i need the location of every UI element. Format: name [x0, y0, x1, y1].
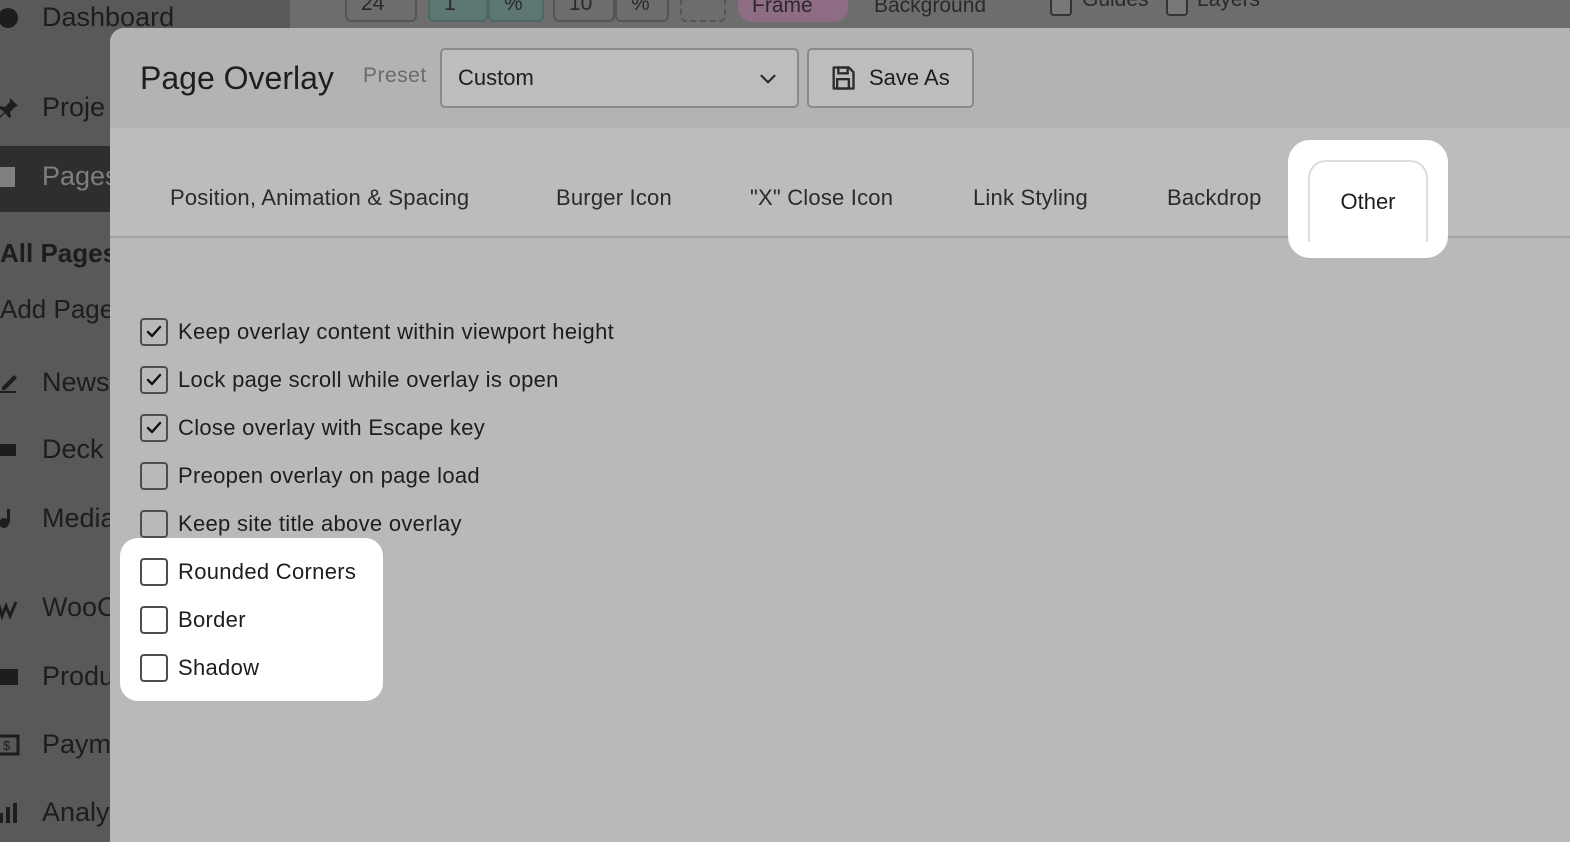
- option-close-escape[interactable]: Close overlay with Escape key: [140, 414, 485, 442]
- toolbar-background-button[interactable]: Background: [860, 0, 1030, 22]
- checkbox-unchecked[interactable]: [140, 654, 168, 682]
- sidebar-sub-all-pages[interactable]: All Pages: [0, 238, 117, 269]
- toolbar-background-label: Background: [874, 0, 987, 17]
- sidebar-item-payments[interactable]: $ Paym: [0, 729, 111, 760]
- option-label: Keep site title above overlay: [178, 511, 462, 536]
- sidebar-item-deck[interactable]: Deck: [0, 434, 104, 465]
- tab-close-icon[interactable]: "X" Close Icon: [750, 185, 893, 211]
- sidebar-item-projects[interactable]: Proje: [0, 92, 105, 123]
- toolbar-gap-unit-value: %: [631, 0, 650, 15]
- sidebar-item-label: Deck: [42, 434, 104, 464]
- option-label: Close overlay with Escape key: [178, 415, 486, 440]
- sidebar-item-label: Produ: [42, 661, 115, 691]
- sidebar-item-pages[interactable]: Pages: [0, 161, 119, 192]
- option-label: Rounded Corners: [178, 559, 357, 584]
- toolbar-teal-unit[interactable]: %: [488, 0, 544, 22]
- sidebar-item-label: Media: [42, 503, 116, 533]
- toolbar-layers-label: Layers: [1197, 0, 1260, 12]
- option-label: Keep overlay content within viewport hei…: [178, 319, 615, 344]
- toolbar-gap-unit[interactable]: %: [615, 0, 669, 22]
- option-label: Shadow: [178, 655, 260, 680]
- sidebar-item-media[interactable]: Media: [0, 503, 116, 534]
- sidebar-item-label: Pages: [42, 161, 119, 191]
- save-icon: [829, 64, 857, 92]
- option-lock-scroll[interactable]: Lock page scroll while overlay is open: [140, 366, 559, 394]
- sidebar-item-label: Proje: [42, 92, 106, 122]
- sidebar-item-label: Analy: [42, 797, 110, 827]
- sidebar-sub-add-page[interactable]: Add Page: [0, 294, 114, 325]
- sidebar-item-analytics[interactable]: Analy: [0, 797, 110, 828]
- toolbar-gap-field[interactable]: 10: [553, 0, 615, 22]
- toolbar-teal-field[interactable]: 1: [428, 0, 488, 22]
- option-label: Preopen overlay on page load: [178, 463, 480, 488]
- deck-icon: [0, 438, 20, 462]
- svg-text:$: $: [3, 738, 11, 753]
- sidebar-item-label: WooC: [42, 592, 117, 622]
- page-overlay-modal: Page Overlay Preset Custom Save As Posit…: [110, 28, 1570, 842]
- pages-icon: [0, 165, 20, 189]
- tab-backdrop[interactable]: Backdrop: [1167, 185, 1262, 211]
- save-as-button[interactable]: Save As: [807, 48, 974, 108]
- media-icon: [0, 507, 20, 531]
- toolbar-guides-label: Guides: [1082, 0, 1149, 12]
- option-label: Border: [178, 607, 246, 632]
- checkbox-checked[interactable]: [140, 414, 168, 442]
- chevron-down-icon: [755, 66, 781, 92]
- tab-other[interactable]: Other: [1308, 160, 1428, 242]
- toolbar-teal-value: 1: [444, 0, 456, 15]
- sidebar-item-products[interactable]: Produ: [0, 661, 114, 692]
- sidebar-item-label: News: [42, 367, 110, 397]
- analytics-icon: [0, 801, 20, 825]
- option-label: Lock page scroll while overlay is open: [178, 367, 559, 392]
- checkbox-checked[interactable]: [140, 318, 168, 346]
- save-as-label: Save As: [869, 65, 950, 90]
- tabs-bar: Position, Animation & Spacing Burger Ico…: [110, 128, 1570, 258]
- toolbar-size-field[interactable]: 24: [345, 0, 417, 22]
- option-preopen[interactable]: Preopen overlay on page load: [140, 462, 480, 490]
- checkbox-unchecked[interactable]: [140, 606, 168, 634]
- option-rounded-corners[interactable]: Rounded Corners: [140, 558, 356, 586]
- woo-icon: [0, 596, 20, 620]
- preset-label: Preset: [363, 64, 427, 87]
- pin-icon: [0, 96, 20, 120]
- dashboard-icon: [0, 6, 20, 30]
- toolbar-dashed-button[interactable]: [680, 0, 726, 22]
- modal-header: Page Overlay Preset Custom Save As: [110, 28, 1570, 128]
- toolbar-gap-value: 10: [569, 0, 593, 15]
- checkbox-checked[interactable]: [140, 366, 168, 394]
- checkbox-unchecked[interactable]: [140, 558, 168, 586]
- payments-icon: $: [0, 733, 20, 757]
- toolbar-guides-checkbox[interactable]: [1050, 0, 1072, 16]
- toolbar-size-value: 24: [361, 0, 385, 15]
- edit-icon: [0, 371, 20, 395]
- preset-select[interactable]: Custom: [440, 48, 799, 108]
- checkbox-unchecked[interactable]: [140, 462, 168, 490]
- tab-burger-icon[interactable]: Burger Icon: [556, 185, 672, 211]
- modal-title: Page Overlay: [140, 60, 334, 96]
- option-keep-site-title[interactable]: Keep site title above overlay: [140, 510, 462, 538]
- checkbox-unchecked[interactable]: [140, 510, 168, 538]
- sidebar-item-news[interactable]: News: [0, 367, 110, 398]
- preset-select-value: Custom: [458, 65, 534, 90]
- toolbar-teal-unit-value: %: [504, 0, 523, 15]
- option-border[interactable]: Border: [140, 606, 246, 634]
- option-keep-within-viewport[interactable]: Keep overlay content within viewport hei…: [140, 318, 614, 346]
- sidebar-item-label: Paym: [42, 729, 112, 759]
- toolbar-layers-checkbox[interactable]: [1166, 0, 1188, 16]
- tab-position-animation-spacing[interactable]: Position, Animation & Spacing: [170, 185, 469, 211]
- tab-link-styling[interactable]: Link Styling: [973, 185, 1088, 211]
- toolbar-frame-button[interactable]: Frame: [738, 0, 848, 22]
- products-icon: [0, 665, 20, 689]
- option-shadow[interactable]: Shadow: [140, 654, 259, 682]
- sidebar-item-woocommerce[interactable]: WooC: [0, 592, 117, 623]
- toolbar-frame-label: Frame: [752, 0, 813, 17]
